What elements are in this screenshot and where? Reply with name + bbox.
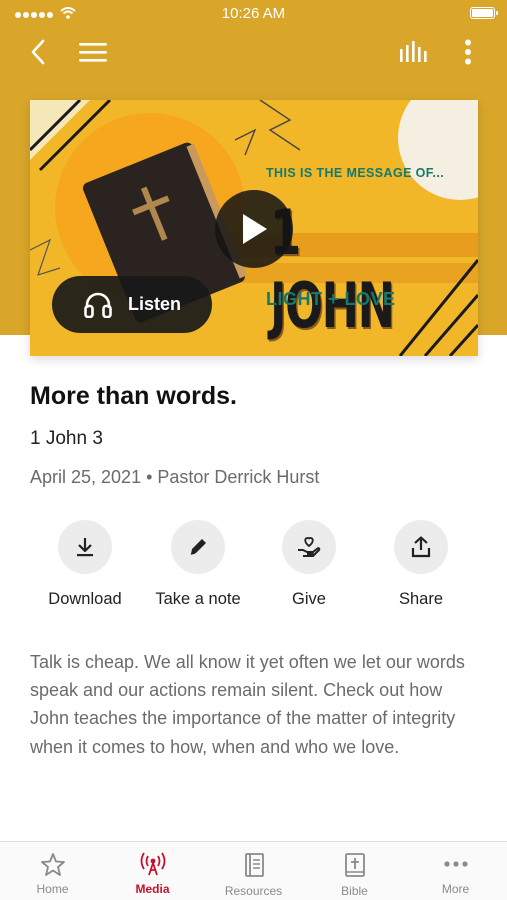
give-button[interactable]: Give (253, 520, 365, 609)
hero-title: 1 JOHN (270, 196, 395, 342)
headphones-icon (84, 292, 112, 318)
hero-subtitle: LIGHT + LOVE (266, 289, 396, 309)
action-row: Download Take a note Give Share (0, 520, 507, 620)
menu-button[interactable] (71, 30, 115, 74)
sermon-artwork: THIS IS THE MESSAGE OF... 1 JOHN LIGHT +… (30, 100, 478, 356)
tab-bible-label: Bible (341, 884, 368, 898)
play-button[interactable] (215, 190, 293, 268)
hamburger-menu-icon (79, 43, 107, 62)
download-circle (58, 520, 112, 574)
tab-media[interactable]: Media (102, 842, 203, 900)
tab-media-label: Media (135, 882, 170, 896)
status-bar: 10:26 AM (0, 0, 507, 28)
tab-bible[interactable]: Bible (304, 842, 405, 900)
play-icon (243, 214, 267, 244)
chevron-left-icon (31, 39, 45, 65)
tab-more-label: More (441, 882, 470, 896)
take-note-circle (171, 520, 225, 574)
pencil-icon (190, 539, 206, 555)
tab-resources[interactable]: Resources (203, 842, 304, 900)
hero-kicker: THIS IS THE MESSAGE OF... (266, 166, 445, 180)
sermon-scripture: 1 John 3 (30, 428, 103, 449)
tab-resources-label: Resources (224, 884, 283, 898)
audio-levels-icon (400, 41, 427, 62)
listen-button[interactable]: Listen (52, 276, 212, 333)
listen-label: Listen (128, 294, 182, 314)
tab-home-label: Home (36, 882, 69, 896)
give-circle (282, 520, 336, 574)
battery-icon (470, 7, 498, 19)
tab-more[interactable]: More (405, 842, 506, 900)
more-options-button[interactable] (446, 30, 490, 74)
more-dots-icon (443, 861, 468, 867)
download-icon (77, 538, 93, 557)
top-navigation (0, 30, 507, 74)
share-label: Share (398, 590, 444, 608)
share-icon (411, 536, 431, 558)
bible-icon (344, 853, 365, 877)
tab-home[interactable]: Home (2, 842, 103, 900)
share-circle (394, 520, 448, 574)
audio-button[interactable] (392, 30, 436, 74)
broadcast-icon (140, 852, 165, 876)
back-button[interactable] (16, 30, 60, 74)
give-hand-heart-icon (298, 536, 321, 557)
status-time: 10:26 AM (221, 5, 286, 22)
tab-bar: Home Media Resources Bible More (0, 841, 507, 900)
star-icon (40, 853, 65, 876)
vertical-dots-icon (465, 39, 471, 65)
notebook-icon (244, 853, 264, 877)
share-button[interactable]: Share (365, 520, 477, 609)
download-label: Download (48, 590, 122, 608)
sermon-title: More than words. (30, 382, 237, 410)
take-note-label: Take a note (155, 590, 241, 608)
sermon-meta: April 25, 2021 • Pastor Derrick Hurst (30, 467, 320, 487)
sermon-description: Talk is cheap. We all know it yet often … (30, 652, 465, 757)
download-button[interactable]: Download (29, 520, 141, 609)
take-note-button[interactable]: Take a note (142, 520, 254, 609)
give-label: Give (292, 590, 326, 608)
